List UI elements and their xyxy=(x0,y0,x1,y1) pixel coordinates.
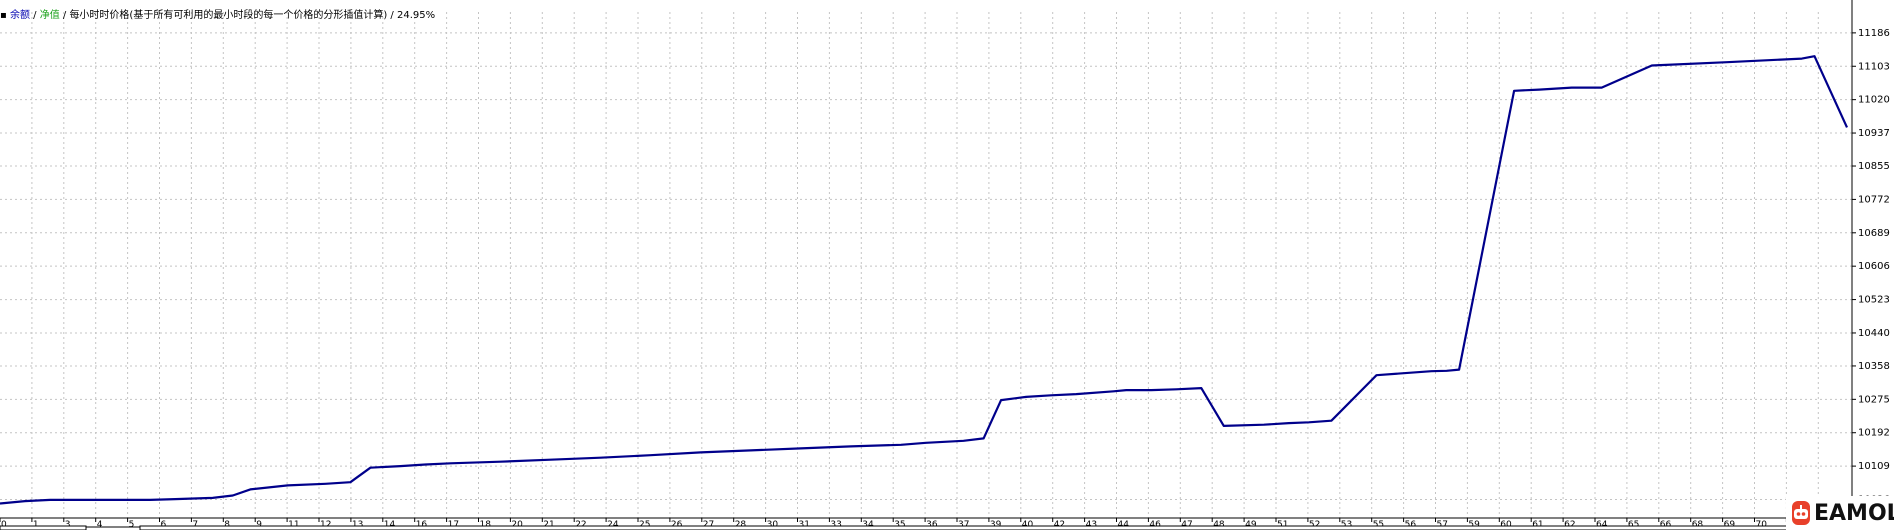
watermark-text: EAMOL xyxy=(1814,500,1894,526)
y-tick-label: 10606 xyxy=(1858,261,1890,272)
equity-chart: 0 1 3 4 5 6 7 8 9 11 12 13 14 16 17 18 20 21 22 24 25 26 27 28 3… xyxy=(0,0,1894,530)
y-tick-label: 10937 xyxy=(1858,128,1890,139)
y-tick-label: 11186 xyxy=(1858,28,1890,39)
y-tick-label: 10440 xyxy=(1858,328,1890,339)
y-tick-label: 10855 xyxy=(1858,161,1890,172)
legend: ▪ 余额 / 净值 / 每小时时价格(基于所有可利用的最小时段的每一个价格的分形… xyxy=(0,10,436,21)
y-tick-labels: 1002610109101921027510358104401052310606… xyxy=(1858,28,1890,506)
robot-logo-icon xyxy=(1792,501,1810,525)
y-tick-label: 10109 xyxy=(1858,461,1890,472)
y-tick-label: 10192 xyxy=(1858,428,1890,439)
x-tick-label: 4 xyxy=(97,520,103,530)
y-tick-label: 10275 xyxy=(1858,394,1890,405)
y-tick-label: 10772 xyxy=(1858,194,1890,205)
bottom-tab-left xyxy=(0,525,87,530)
legend-balance: 余额 xyxy=(9,10,30,21)
bottom-scrollbar xyxy=(139,525,1841,530)
y-tick-label: 11020 xyxy=(1858,95,1890,106)
chart-window: 0 1 3 4 5 6 7 8 9 11 12 13 14 16 17 18 20 21 22 24 25 26 27 28 3… xyxy=(0,0,1894,530)
y-tick-label: 10523 xyxy=(1858,295,1890,306)
y-tick-label: 11103 xyxy=(1858,61,1890,72)
x-tick-label: 5 xyxy=(129,520,135,530)
y-tick-label: 10689 xyxy=(1858,228,1890,239)
legend-equity: 净值 xyxy=(39,10,60,21)
plot-background xyxy=(0,0,1894,530)
y-tick-label: 10358 xyxy=(1858,361,1890,372)
legend-percent: 24.95% xyxy=(396,10,436,21)
legend-description: 每小时时价格(基于所有可利用的最小时段的每一个价格的分形插值计算) xyxy=(69,10,388,21)
watermark: EAMOL xyxy=(1786,496,1894,530)
